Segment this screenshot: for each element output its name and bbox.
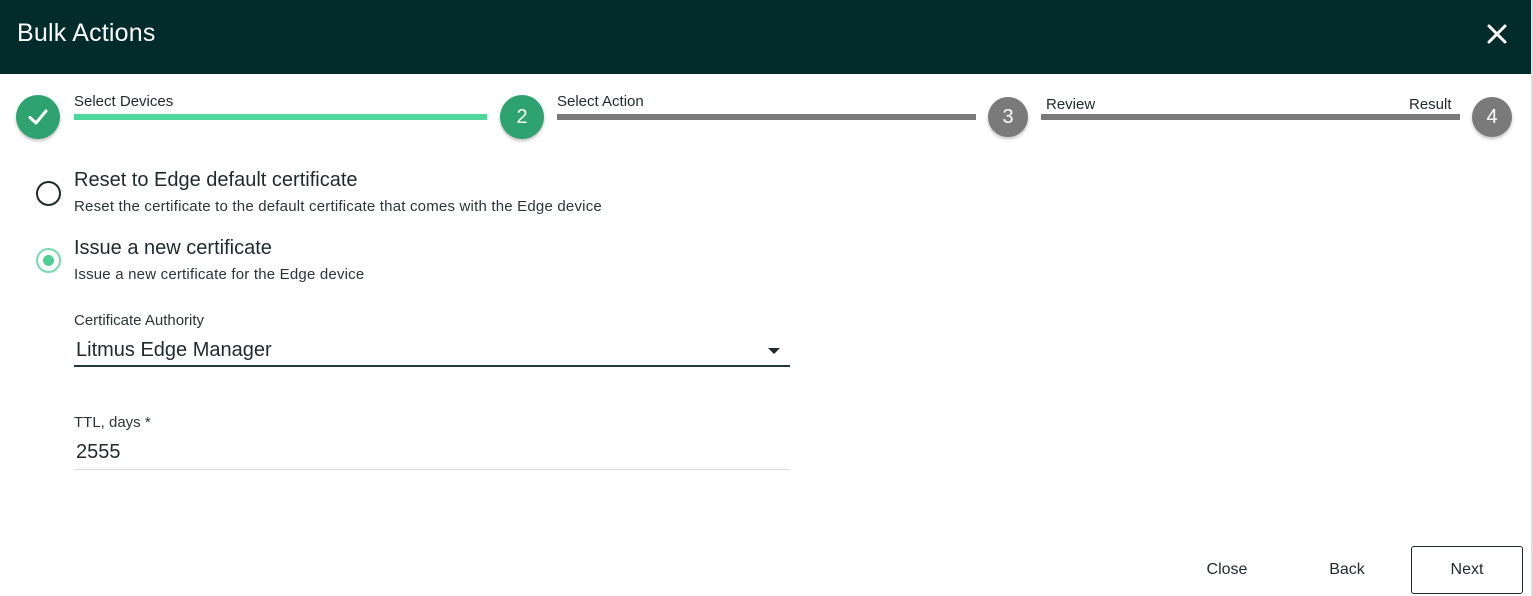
step-1-label: Select Devices xyxy=(74,93,174,110)
step-1-progress xyxy=(74,114,487,120)
step-2-progress xyxy=(557,114,976,120)
issue-new-title[interactable]: Issue a new certificate xyxy=(74,237,272,260)
step-1-circle xyxy=(16,95,60,139)
close-icon[interactable] xyxy=(1484,21,1510,47)
close-button[interactable]: Close xyxy=(1192,548,1262,592)
chevron-down-icon xyxy=(768,348,780,354)
step-3-number: 3 xyxy=(1002,105,1014,128)
issue-new-radio[interactable] xyxy=(36,248,61,273)
checkmark-icon xyxy=(28,109,48,125)
certificate-authority-label: Certificate Authority xyxy=(74,312,205,329)
dialog-header: Bulk Actions xyxy=(0,0,1533,74)
certificate-authority-value: Litmus Edge Manager xyxy=(76,339,272,361)
step-4-circle: 4 xyxy=(1472,97,1512,137)
step-3-circle: 3 xyxy=(988,97,1028,137)
step-3-label: Review xyxy=(1046,96,1096,113)
reset-default-radio[interactable] xyxy=(36,181,61,206)
issue-new-description: Issue a new certificate for the Edge dev… xyxy=(74,266,365,283)
step-2-circle: 2 xyxy=(500,95,544,139)
back-button[interactable]: Back xyxy=(1312,548,1382,592)
next-button[interactable]: Next xyxy=(1411,546,1523,594)
dialog-title: Bulk Actions xyxy=(17,19,156,47)
reset-default-title[interactable]: Reset to Edge default certificate xyxy=(74,169,358,192)
step-2-label: Select Action xyxy=(557,93,644,110)
step-2-number: 2 xyxy=(516,105,528,128)
certificate-authority-select[interactable]: Litmus Edge Manager xyxy=(74,336,790,367)
radio-selected-dot xyxy=(43,255,54,266)
reset-default-description: Reset the certificate to the default cer… xyxy=(74,198,602,215)
ttl-label: TTL, days * xyxy=(74,414,151,431)
step-4-number: 4 xyxy=(1486,105,1498,128)
ttl-input[interactable] xyxy=(74,436,790,470)
step-3-progress xyxy=(1041,114,1460,120)
step-4-label: Result xyxy=(1409,96,1452,113)
